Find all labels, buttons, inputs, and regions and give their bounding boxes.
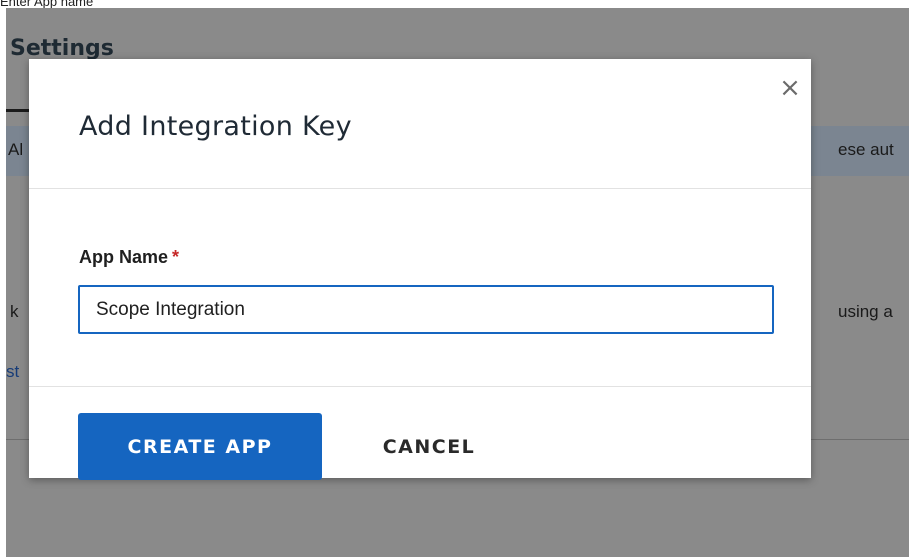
alert-banner-right: ese aut xyxy=(802,126,909,176)
close-icon[interactable]: × xyxy=(775,73,805,103)
settings-heading: Settings xyxy=(10,36,114,61)
alert-text-left: Al xyxy=(8,140,24,159)
dialog-title: Add Integration Key xyxy=(79,111,352,142)
alert-text-right: ese aut xyxy=(838,140,894,159)
required-asterisk: * xyxy=(172,247,180,267)
window-caption: Enter App name xyxy=(0,0,94,9)
background-link[interactable]: st xyxy=(6,362,19,382)
body-text-left: k xyxy=(10,302,19,321)
header-divider xyxy=(29,188,811,189)
cancel-button[interactable]: CANCEL xyxy=(359,413,499,480)
add-integration-key-dialog: × Add Integration Key App Name* CREATE A… xyxy=(29,59,811,480)
footer-divider xyxy=(29,386,811,387)
create-app-button[interactable]: CREATE APP xyxy=(78,413,322,480)
body-text-right: using a xyxy=(838,302,893,321)
app-name-input[interactable] xyxy=(78,285,774,334)
app-name-label-text: App Name xyxy=(79,247,169,267)
app-name-label: App Name * xyxy=(79,247,179,268)
